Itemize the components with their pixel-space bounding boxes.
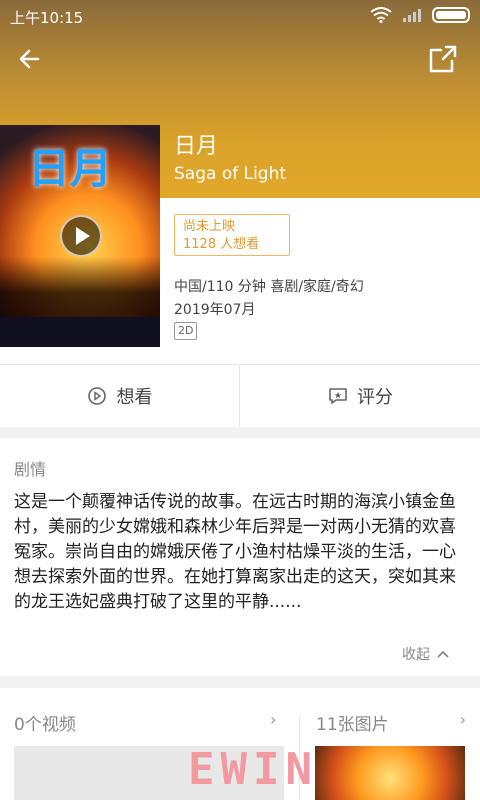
photo-thumbnail[interactable]	[315, 746, 465, 800]
plot-synopsis: 这是一个颠覆神话传说的故事。在远古时期的海滨小镇金鱼村，美丽的少女嫦娥和森林少年…	[14, 492, 456, 612]
chevron-right-icon[interactable]: ›	[270, 710, 276, 729]
movie-release-date: 2019年07月	[174, 302, 256, 318]
videos-link[interactable]: 0个视频	[14, 710, 76, 735]
plot-heading: 剧情	[14, 460, 47, 479]
action-row: 想看 评分	[0, 364, 480, 427]
poster-title-art: 日月	[28, 144, 113, 193]
format-badge: 2D	[174, 322, 198, 340]
rate-button[interactable]: 评分	[240, 365, 480, 427]
comment-star-icon	[329, 388, 347, 404]
rate-label: 评分	[357, 387, 393, 408]
release-status-badge: 尚未上映 1128 人想看	[174, 214, 290, 256]
back-arrow-icon[interactable]	[14, 42, 48, 76]
want-to-watch-button[interactable]: 想看	[0, 365, 240, 427]
wifi-icon	[370, 7, 392, 23]
play-trailer-button[interactable]	[60, 215, 102, 257]
signal-icon	[403, 9, 421, 22]
chevron-right-icon[interactable]: ›	[460, 710, 466, 729]
poster-footer	[0, 317, 160, 347]
want-label: 想看	[116, 387, 153, 408]
status-bar: 上午10:15	[0, 0, 480, 32]
release-status: 尚未上映	[183, 219, 236, 234]
battery-icon	[432, 7, 470, 23]
status-icons	[370, 7, 470, 23]
movie-subtitle: Saga of Light	[174, 164, 287, 184]
want-count: 1128 人想看	[183, 237, 260, 252]
collapse-button[interactable]: 收起	[402, 644, 450, 664]
watermark: EWIN	[188, 744, 318, 795]
status-time: 上午10:15	[10, 9, 84, 27]
collapse-label: 收起	[402, 647, 430, 663]
share-icon[interactable]	[426, 42, 460, 76]
plot-section: 剧情 这是一个颠覆神话传说的故事。在远古时期的海滨小镇金鱼村，美丽的少女嫦娥和森…	[0, 438, 480, 676]
chevron-up-icon	[437, 650, 449, 658]
movie-title: 日月	[174, 134, 219, 159]
photos-link[interactable]: 11张图片	[316, 710, 389, 735]
movie-poster[interactable]: 日月	[0, 125, 160, 347]
movie-meta-country-genre: 中国/110 分钟 喜剧/家庭/奇幻	[174, 279, 364, 295]
eye-play-icon	[87, 387, 106, 405]
poster-silhouette	[0, 257, 160, 317]
